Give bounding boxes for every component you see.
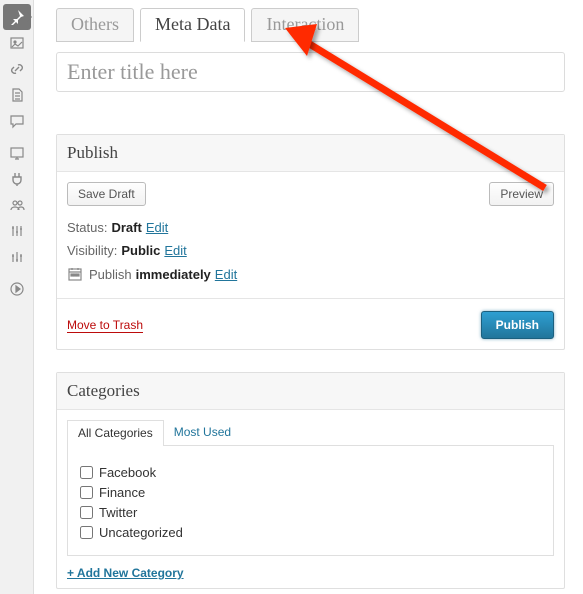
schedule-label: Publish [89,267,132,282]
comment-icon[interactable] [3,108,31,134]
tab-others[interactable]: Others [56,8,134,42]
categories-tabs: All Categories Most Used [67,420,554,446]
status-value: Draft [111,220,141,235]
page-icon[interactable] [3,82,31,108]
save-draft-button[interactable]: Save Draft [67,182,146,206]
collapse-icon[interactable] [3,276,31,302]
category-label: Facebook [99,465,156,480]
title-input[interactable] [56,52,565,92]
tab-interaction[interactable]: Interaction [251,8,359,42]
appearance-icon[interactable] [3,140,31,166]
category-label: Twitter [99,505,137,520]
category-checkbox[interactable] [80,486,93,499]
plugin-icon[interactable] [3,166,31,192]
tab-all-categories[interactable]: All Categories [67,420,164,446]
move-to-trash-link[interactable]: Move to Trash [67,318,143,333]
category-checkbox[interactable] [80,526,93,539]
category-label: Uncategorized [99,525,183,540]
category-item[interactable]: Facebook [80,465,541,480]
schedule-value: immediately [136,267,211,282]
link-icon[interactable] [3,56,31,82]
add-new-category-link[interactable]: + Add New Category [67,566,184,580]
category-checkbox[interactable] [80,506,93,519]
visibility-value: Public [121,243,160,258]
publish-button[interactable]: Publish [481,311,554,339]
categories-list: Facebook Finance Twitter Uncategorized [67,445,554,556]
preview-button[interactable]: Preview [489,182,554,206]
visibility-row: Visibility: Public Edit [67,243,554,258]
pin-icon[interactable] [3,4,31,30]
category-item[interactable]: Finance [80,485,541,500]
category-checkbox[interactable] [80,466,93,479]
main-content: Others Meta Data Interaction Publish Sav… [34,0,583,589]
category-item[interactable]: Uncategorized [80,525,541,540]
schedule-edit-link[interactable]: Edit [215,267,237,282]
schedule-row: Publish immediately Edit [67,266,554,282]
status-row: Status: Draft Edit [67,220,554,235]
settings-icon[interactable] [3,244,31,270]
tab-meta-data[interactable]: Meta Data [140,8,245,42]
categories-panel: Categories All Categories Most Used Face… [56,372,565,589]
status-label: Status: [67,220,107,235]
tab-most-used[interactable]: Most Used [164,420,241,446]
media-icon[interactable] [3,30,31,56]
tools-icon[interactable] [3,218,31,244]
post-type-tabs: Others Meta Data Interaction [56,8,565,42]
status-edit-link[interactable]: Edit [146,220,168,235]
publish-panel: Publish Save Draft Preview Status: Draft… [56,134,565,350]
visibility-edit-link[interactable]: Edit [164,243,186,258]
categories-header: Categories [57,373,564,410]
publish-header: Publish [57,135,564,172]
category-label: Finance [99,485,145,500]
calendar-icon [67,266,83,282]
visibility-label: Visibility: [67,243,117,258]
users-icon[interactable] [3,192,31,218]
category-item[interactable]: Twitter [80,505,541,520]
admin-sidebar [0,0,34,594]
